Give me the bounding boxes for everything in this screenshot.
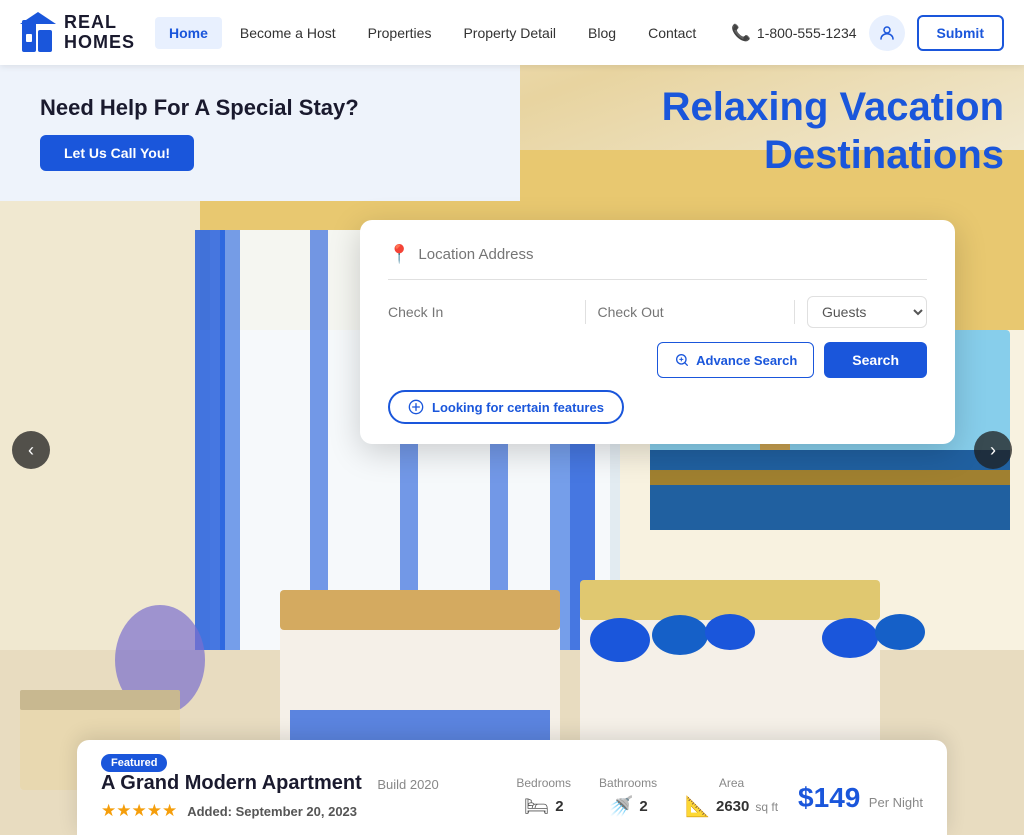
header: REAL HOMES Home Become a Host Properties… [0, 0, 1024, 65]
build-year: Build 2020 [377, 777, 438, 792]
search-dates-row: Guests 1 Guest 2 Guests 3 Guests 4+ Gues… [388, 296, 927, 328]
card-stats: Bedrooms 🛏 2 Bathrooms 🚿 2 Area 📐 2630 [516, 776, 778, 819]
star-rating: ★★★★★ [101, 801, 177, 821]
card-info: A Grand Modern Apartment Build 2020 ★★★★… [101, 772, 496, 823]
guests-divider [794, 300, 795, 324]
nav-contact[interactable]: Contact [634, 17, 710, 49]
search-button[interactable]: Search [824, 342, 927, 378]
checkin-input[interactable] [388, 300, 573, 324]
search-location-row: 📍 [388, 244, 927, 280]
location-input[interactable] [418, 246, 927, 263]
main-nav: Home Become a Host Properties Property D… [155, 17, 731, 49]
submit-button[interactable]: Submit [917, 15, 1004, 51]
nav-properties[interactable]: Properties [354, 17, 446, 49]
bed-icon: 🛏 [524, 794, 549, 819]
date-divider [585, 300, 586, 324]
price-per-label: Per Night [869, 795, 923, 810]
phone-area: 📞 1-800-555-1234 [731, 23, 857, 43]
features-plus-icon [408, 399, 424, 415]
phone-icon: 📞 [731, 23, 751, 43]
nav-become-host[interactable]: Become a Host [226, 17, 350, 49]
advance-search-label: Advance Search [696, 353, 797, 368]
added-text: Added: September 20, 2023 [187, 804, 357, 819]
phone-number: 1-800-555-1234 [757, 25, 857, 41]
location-pin-icon: 📍 [388, 244, 410, 265]
checkout-input[interactable] [598, 300, 783, 324]
advance-search-icon [674, 352, 690, 368]
logo-real: REAL [64, 13, 135, 33]
property-price: $149 [798, 782, 860, 813]
featured-badge: Featured [101, 754, 167, 772]
logo-text: REAL HOMES [64, 13, 135, 53]
user-account-button[interactable] [869, 15, 905, 51]
advance-search-button[interactable]: Advance Search [657, 342, 814, 378]
property-card: Featured A Grand Modern Apartment Build … [77, 740, 947, 835]
area-icon: 📐 [685, 794, 710, 819]
promo-bar: Need Help For A Special Stay? Let Us Cal… [0, 65, 520, 201]
bath-icon: 🚿 [608, 794, 633, 819]
promo-headline: Need Help For A Special Stay? [40, 95, 480, 121]
carousel-prev-button[interactable]: ‹ [12, 431, 50, 469]
card-price: $149 Per Night [798, 782, 923, 814]
nav-property-detail[interactable]: Property Detail [449, 17, 570, 49]
nav-home[interactable]: Home [155, 17, 222, 49]
search-actions: Advance Search Search [388, 342, 927, 378]
carousel-next-button[interactable]: › [974, 431, 1012, 469]
guests-select[interactable]: Guests 1 Guest 2 Guests 3 Guests 4+ Gues… [807, 296, 927, 328]
features-button[interactable]: Looking for certain features [388, 390, 624, 424]
property-title: A Grand Modern Apartment Build 2020 [101, 772, 496, 795]
user-icon [878, 24, 896, 42]
bathrooms-stat: Bathrooms 🚿 2 [599, 776, 657, 819]
area-stat: Area 📐 2630 sq ft [685, 776, 778, 819]
logo[interactable]: REAL HOMES [20, 12, 135, 54]
nav-blog[interactable]: Blog [574, 17, 630, 49]
logo-icon [20, 12, 56, 54]
bedrooms-stat: Bedrooms 🛏 2 [516, 776, 571, 819]
search-box: 📍 Guests 1 Guest 2 Guests 3 Guests 4+ Gu… [360, 220, 955, 444]
call-cta-button[interactable]: Let Us Call You! [40, 135, 194, 171]
hero-headline: Relaxing Vacation Destinations [504, 83, 1004, 179]
hero-section: Need Help For A Special Stay? Let Us Cal… [0, 65, 1024, 835]
rating-row: ★★★★★ Added: September 20, 2023 [101, 801, 496, 821]
header-right: 📞 1-800-555-1234 Submit [731, 15, 1004, 51]
features-label: Looking for certain features [432, 400, 604, 415]
logo-homes: HOMES [64, 33, 135, 53]
